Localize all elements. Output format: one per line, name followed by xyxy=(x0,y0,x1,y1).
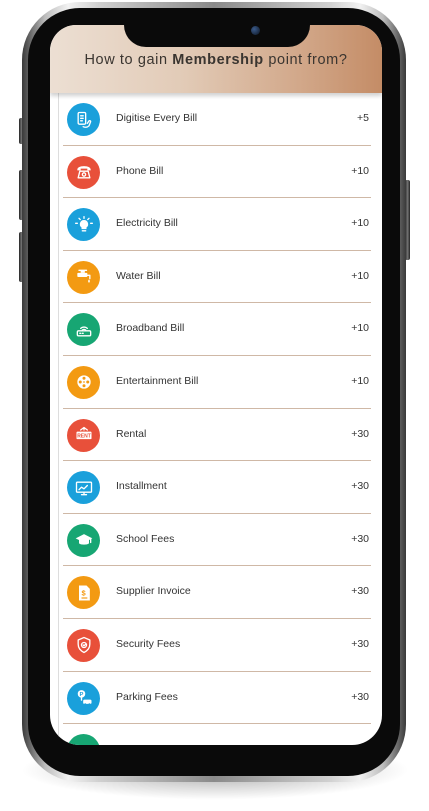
list-item: Security Fees +30 xyxy=(59,619,375,672)
item-points: +10 xyxy=(351,217,369,230)
list-item: Digitise Every Bill +5 xyxy=(59,93,375,146)
page-title: How to gain Membership point from? xyxy=(84,52,348,68)
item-label: Broadband Bill xyxy=(116,322,185,335)
list-item: P Parking Fees +30 xyxy=(59,672,375,725)
item-label: Water Bill xyxy=(116,269,161,282)
parking-car-icon: P xyxy=(67,681,100,715)
item-points: +10 xyxy=(351,269,369,282)
phone-screen: How to gain Membership point from? Digit… xyxy=(50,25,382,745)
water-tap-icon xyxy=(67,260,100,294)
item-points: +30 xyxy=(351,427,369,440)
item-points: +30 xyxy=(351,690,369,703)
list-item: $ Supplier Invoice +30 xyxy=(59,566,375,619)
item-label: Electricity Bill xyxy=(116,217,178,230)
list-item: Electricity Bill +10 xyxy=(59,198,375,251)
list-item: School Fees +30 xyxy=(59,514,375,567)
graduation-cap-icon xyxy=(67,523,100,557)
item-points: +30 xyxy=(351,480,369,493)
item-label: Supplier Invoice xyxy=(116,585,191,598)
receipt-hand-icon xyxy=(67,103,100,136)
monitor-chart-icon xyxy=(67,471,100,505)
list-item: Phone Bill +10 xyxy=(59,146,375,199)
invoice-icon: $ xyxy=(67,576,100,610)
svg-text:RENT: RENT xyxy=(77,434,91,440)
list-item: Water Bill +10 xyxy=(59,251,375,304)
item-label: Digitise Every Bill xyxy=(116,112,198,124)
item-label: Rental xyxy=(116,427,147,440)
item-points: +30 xyxy=(351,585,369,598)
item-points: +10 xyxy=(351,374,369,387)
rent-sign-icon: RENT xyxy=(67,418,100,452)
item-label: Parking Fees xyxy=(116,690,178,703)
list-item xyxy=(59,724,375,745)
list-item: Entertainment Bill +10 xyxy=(59,356,375,409)
item-points: +5 xyxy=(357,112,369,124)
shield-icon xyxy=(67,628,100,662)
item-label: Security Fees xyxy=(116,637,181,650)
partial-item-icon xyxy=(67,734,100,745)
item-label: Installment xyxy=(116,480,167,493)
item-label: Entertainment Bill xyxy=(116,374,199,387)
list-item: Installment +30 xyxy=(59,461,375,514)
lightbulb-icon xyxy=(67,208,100,242)
item-points: +30 xyxy=(351,637,369,650)
phone-notch xyxy=(124,17,310,47)
item-label: Phone Bill xyxy=(116,164,164,177)
router-icon xyxy=(67,313,100,347)
list-item: Broadband Bill +10 xyxy=(59,303,375,356)
front-camera-icon xyxy=(251,26,260,35)
list-item: RENT Rental +30 xyxy=(59,409,375,462)
points-list: Digitise Every Bill +5 Phone Bill +10 Electr… xyxy=(58,93,375,745)
item-points: +10 xyxy=(351,322,369,335)
item-points: +10 xyxy=(351,164,369,177)
item-label: School Fees xyxy=(116,532,175,545)
item-points: +30 xyxy=(351,532,369,545)
film-reel-icon xyxy=(67,365,100,399)
telephone-icon xyxy=(67,155,100,189)
